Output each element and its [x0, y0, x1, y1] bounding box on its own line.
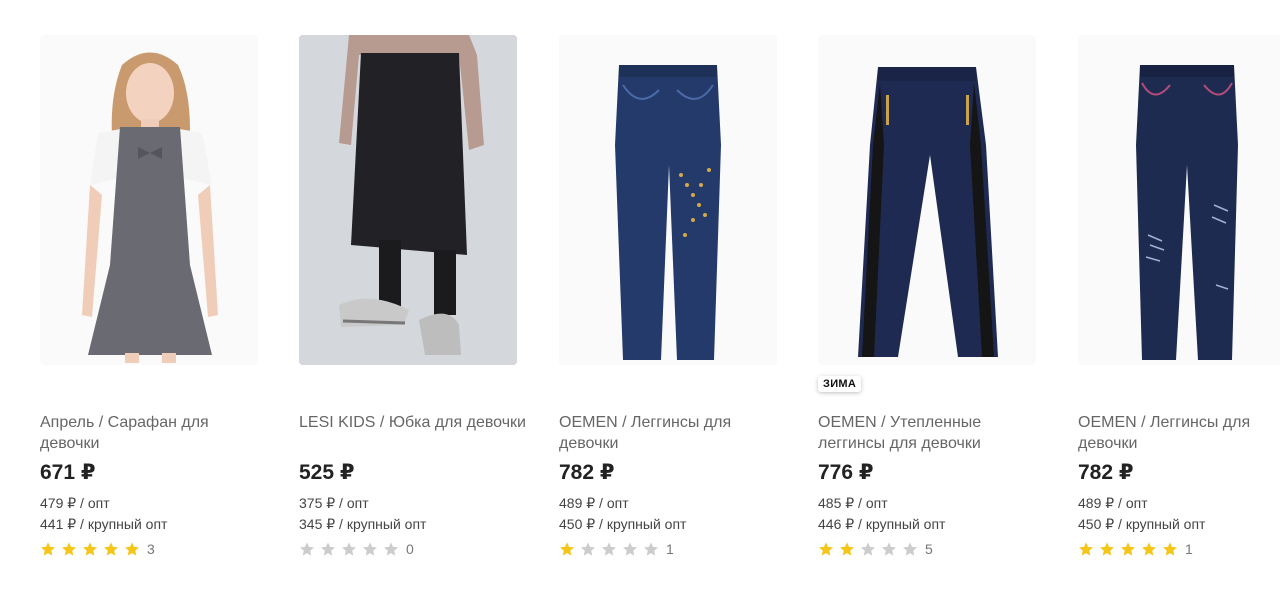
star-icon — [1079, 542, 1093, 556]
star-icon — [300, 542, 314, 556]
product-card[interactable]: Апрель / Сарафан для девочки 671 ₽ 479 ₽… — [40, 0, 280, 603]
review-count[interactable]: 1 — [666, 541, 674, 557]
star-icon — [1163, 542, 1177, 556]
product-card[interactable]: OEMEN / Леггинсы для девочки 782 ₽ 489 ₽… — [559, 0, 799, 603]
rating: 0 — [299, 540, 414, 558]
season-badge: ЗИМА — [818, 376, 862, 392]
review-count[interactable]: 5 — [925, 541, 933, 557]
product-image[interactable] — [1078, 35, 1280, 365]
wholesale-price: 489 ₽ / опт — [559, 495, 629, 511]
product-image[interactable] — [559, 35, 777, 365]
product-price: 776 ₽ — [818, 461, 874, 484]
rating: 3 — [40, 540, 155, 558]
bulk-wholesale-price: 441 ₽ / крупный опт — [40, 516, 168, 532]
rating: 5 — [818, 540, 933, 558]
star-icon — [1121, 542, 1135, 556]
rating: 1 — [559, 540, 674, 558]
star-icon — [363, 542, 377, 556]
wholesale-price: 375 ₽ / опт — [299, 495, 369, 511]
star-icon — [560, 542, 574, 556]
product-title[interactable]: OEMEN / Утепленные леггинсы для девочки — [818, 412, 1048, 454]
product-photo — [299, 35, 517, 365]
review-count[interactable]: 3 — [147, 541, 155, 557]
product-card[interactable]: OEMEN / Леггинсы для девочки 782 ₽ 489 ₽… — [1078, 0, 1280, 603]
product-image[interactable] — [40, 35, 258, 365]
product-title[interactable]: OEMEN / Леггинсы для девочки — [1078, 412, 1280, 454]
product-title[interactable]: LESI KIDS / Юбка для девочки — [299, 412, 529, 433]
star-icon — [384, 542, 398, 556]
product-photo — [40, 35, 258, 365]
product-price: 782 ₽ — [559, 461, 615, 484]
wholesale-price: 489 ₽ / опт — [1078, 495, 1148, 511]
bulk-wholesale-price: 446 ₽ / крупный опт — [818, 516, 946, 532]
star-icon — [62, 542, 76, 556]
product-price: 671 ₽ — [40, 461, 96, 484]
star-icon — [581, 542, 595, 556]
product-price: 782 ₽ — [1078, 461, 1134, 484]
product-image[interactable] — [299, 35, 517, 365]
wholesale-price: 485 ₽ / опт — [818, 495, 888, 511]
product-card[interactable]: ЗИМА OEMEN / Утепленные леггинсы для дев… — [818, 0, 1058, 603]
product-title[interactable]: OEMEN / Леггинсы для девочки — [559, 412, 789, 454]
star-icon — [104, 542, 118, 556]
star-icon — [83, 542, 97, 556]
bulk-wholesale-price: 450 ₽ / крупный опт — [559, 516, 687, 532]
star-icon — [644, 542, 658, 556]
product-price: 525 ₽ — [299, 461, 355, 484]
star-icon — [861, 542, 875, 556]
star-icon — [342, 542, 356, 556]
rating: 1 — [1078, 540, 1193, 558]
star-icon — [903, 542, 917, 556]
star-icon — [602, 542, 616, 556]
bulk-wholesale-price: 450 ₽ / крупный опт — [1078, 516, 1206, 532]
star-icon — [623, 542, 637, 556]
review-count[interactable]: 0 — [406, 541, 414, 557]
product-image[interactable] — [818, 35, 1036, 365]
product-photo — [818, 35, 1036, 365]
star-icon — [125, 542, 139, 556]
star-icon — [819, 542, 833, 556]
star-icon — [1100, 542, 1114, 556]
star-icon — [1142, 542, 1156, 556]
star-icon — [882, 542, 896, 556]
product-title[interactable]: Апрель / Сарафан для девочки — [40, 412, 270, 454]
review-count[interactable]: 1 — [1185, 541, 1193, 557]
product-card[interactable]: LESI KIDS / Юбка для девочки 525 ₽ 375 ₽… — [299, 0, 539, 603]
bulk-wholesale-price: 345 ₽ / крупный опт — [299, 516, 427, 532]
product-photo — [1078, 35, 1280, 365]
product-photo — [559, 35, 777, 365]
star-icon — [840, 542, 854, 556]
star-icon — [321, 542, 335, 556]
wholesale-price: 479 ₽ / опт — [40, 495, 110, 511]
product-grid: Апрель / Сарафан для девочки 671 ₽ 479 ₽… — [0, 0, 1280, 603]
star-icon — [41, 542, 55, 556]
